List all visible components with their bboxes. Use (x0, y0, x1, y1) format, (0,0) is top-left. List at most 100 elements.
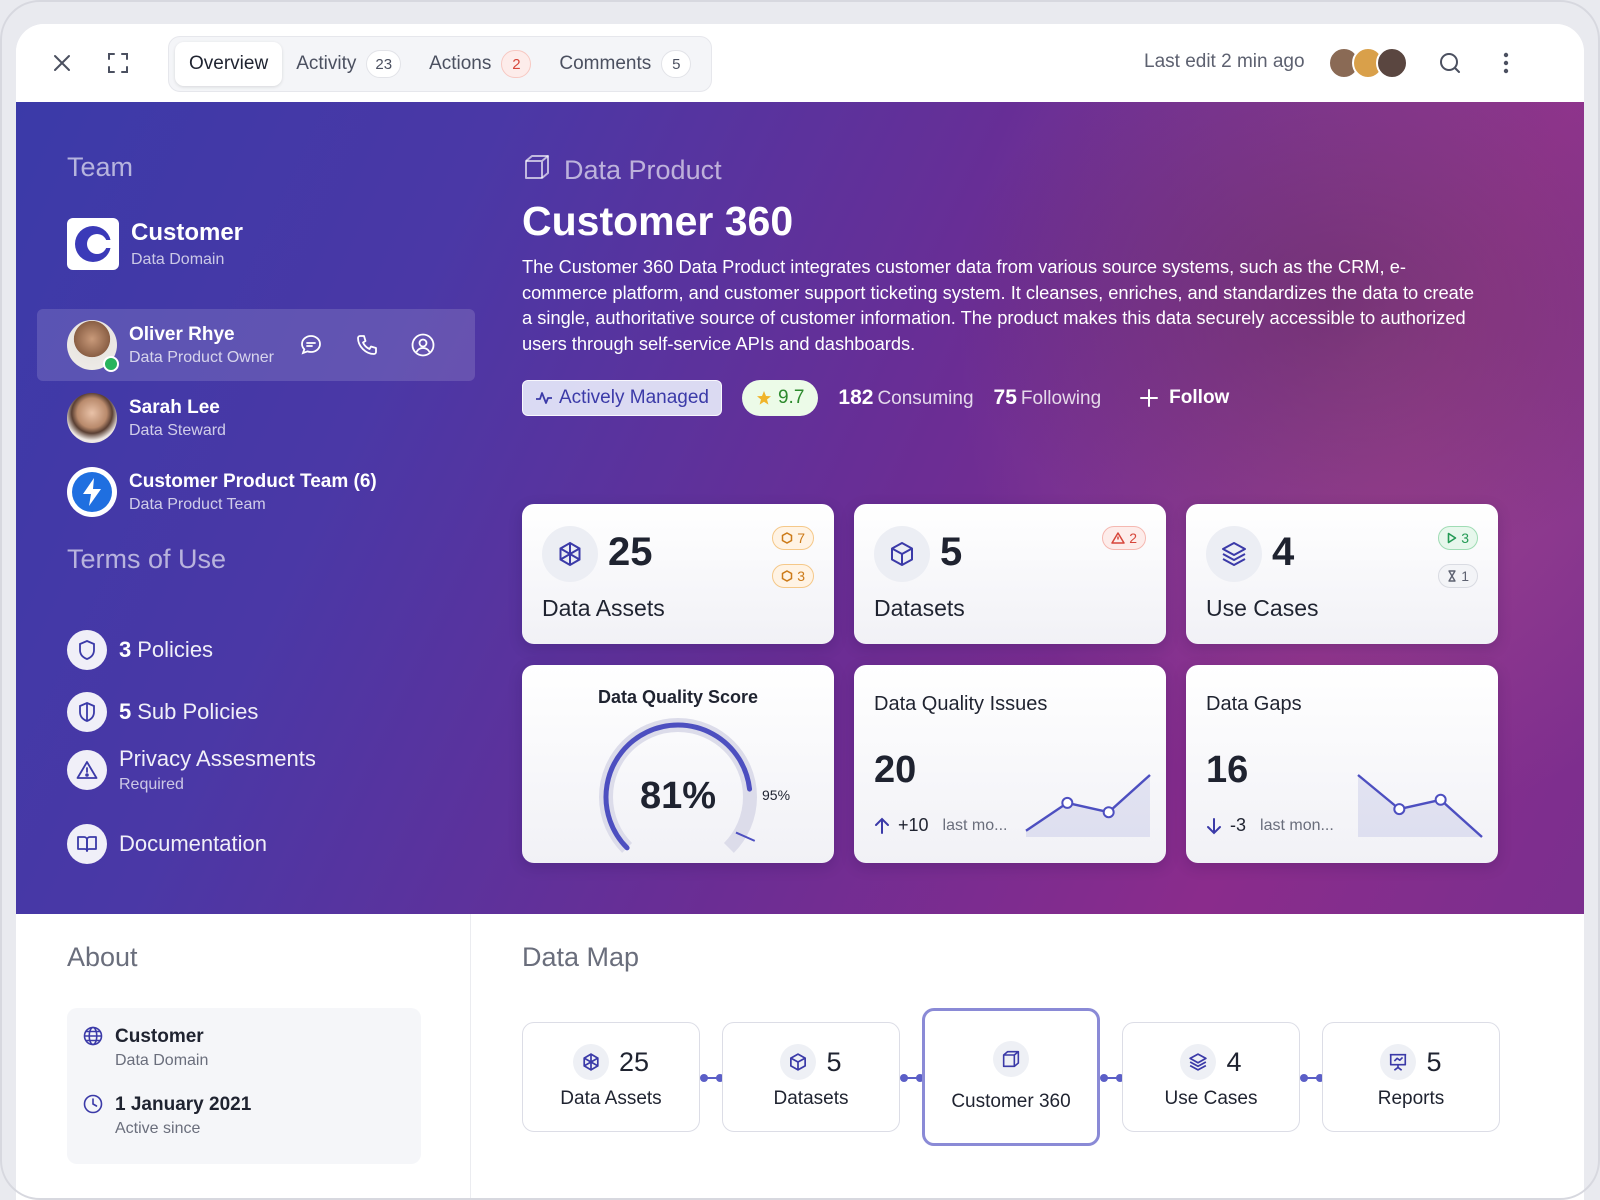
member-role: Data Product Owner (129, 348, 274, 366)
terms-sub-policies[interactable]: 5 Sub Policies (67, 692, 258, 732)
quality-target-label: 95% (762, 787, 791, 803)
cube-icon (874, 526, 930, 582)
member-actions (293, 327, 441, 363)
datasets-alert-badge[interactable]: 2 (1102, 526, 1146, 550)
tab-actions[interactable]: Actions 2 (415, 42, 545, 86)
tab-overview[interactable]: Overview (175, 42, 283, 86)
use-cases-running-badge[interactable]: 3 (1438, 526, 1478, 550)
user-circle-icon[interactable] (405, 327, 441, 363)
phone-icon[interactable] (349, 327, 385, 363)
map-node-reports[interactable]: 5 Reports (1322, 1022, 1500, 1132)
data-assets-card[interactable]: 25 7 3 Data Assets (522, 504, 834, 644)
team-domain[interactable]: Customer Data Domain (67, 218, 243, 270)
globe-icon (83, 1026, 103, 1046)
sparkline-point (1102, 806, 1115, 819)
tab-activity-label: Activity (296, 53, 357, 74)
close-icon[interactable] (44, 45, 80, 81)
map-node-use-cases[interactable]: 4 Use Cases (1122, 1022, 1300, 1132)
rating-value: 9.7 (777, 387, 805, 408)
more-vertical-icon[interactable] (1488, 45, 1524, 81)
consuming-stat[interactable]: 182 Consuming (838, 386, 973, 410)
product-title: Customer 360 (522, 198, 794, 244)
hourglass-icon (1448, 570, 1456, 582)
quality-issues-sparkline (1025, 774, 1151, 837)
hexagon-icon (781, 570, 793, 582)
map-node-customer-360[interactable]: Customer 360 (922, 1008, 1100, 1146)
sparkline-point (1393, 803, 1406, 816)
cube-icon (780, 1044, 817, 1080)
datasets-alert-count: 2 (1129, 530, 1137, 546)
map-connector (1100, 1074, 1124, 1082)
sparkline-point (1434, 793, 1447, 806)
member-name: Oliver Rhye (129, 323, 235, 345)
quality-issues-title: Data Quality Issues (874, 693, 1048, 715)
tab-actions-count: 2 (501, 50, 532, 78)
documentation-label: Documentation (119, 831, 267, 856)
team-member-product-team[interactable]: Customer Product Team (6) Data Product T… (37, 456, 475, 528)
sub-policies-count: 5 (119, 699, 132, 724)
quality-issues-delta-value: +10 (898, 815, 929, 835)
map-node-label: Reports (1377, 1088, 1445, 1109)
collaborator-avatars[interactable] (1328, 47, 1408, 79)
star-icon (756, 391, 771, 405)
policies-count: 3 (119, 637, 132, 662)
bolt-icon (67, 467, 117, 517)
following-stat[interactable]: 75 Following (994, 386, 1102, 410)
about-domain[interactable]: Customer Data Domain (83, 1026, 208, 1070)
member-name: Customer Product Team (6) (129, 470, 377, 492)
datasets-label: Datasets (874, 595, 965, 621)
quality-issues-card[interactable]: Data Quality Issues 20 +10 last mo... (854, 665, 1166, 863)
quality-score-card[interactable]: Data Quality Score 81% 95% (522, 665, 834, 863)
top-bar: Overview Activity 23 Actions 2 Comments … (16, 24, 1584, 102)
cube-icon (522, 152, 552, 189)
quality-issues-period: last mo... (942, 816, 1008, 834)
terms-documentation[interactable]: Documentation (67, 824, 267, 864)
datasets-card[interactable]: 5 2 Datasets (854, 504, 1166, 644)
privacy-sub: Required (119, 776, 184, 793)
terms-privacy[interactable]: Privacy Assesments Required (67, 746, 316, 794)
use-cases-count: 4 (1272, 530, 1295, 574)
search-icon[interactable] (1432, 45, 1468, 81)
follow-button[interactable]: Follow (1139, 387, 1229, 409)
map-node-datasets[interactable]: 5 Datasets (722, 1022, 900, 1132)
expand-icon[interactable] (100, 45, 136, 81)
data-gaps-card[interactable]: Data Gaps 16 -3 last mon... (1186, 665, 1498, 863)
warning-icon (67, 750, 107, 790)
quality-issues-value: 20 (874, 749, 917, 791)
use-cases-card[interactable]: 4 3 1 Use Cases (1186, 504, 1498, 644)
status-badge[interactable]: Actively Managed (522, 380, 722, 416)
rating-badge[interactable]: 9.7 (741, 380, 819, 416)
bottom-section: About Customer Data Domain 1 January 202… (16, 914, 1584, 1200)
online-status-dot (103, 356, 119, 372)
following-label: Following (1020, 388, 1102, 409)
product-description: The Customer 360 Data Product integrates… (522, 256, 1475, 354)
clock-icon (83, 1094, 103, 1114)
tab-comments[interactable]: Comments 5 (545, 42, 705, 86)
map-node-label: Customer 360 (951, 1091, 1071, 1112)
play-icon (1447, 532, 1457, 544)
asset-badge-count: 3 (797, 568, 805, 584)
data-gaps-delta: -3 last mon... (1206, 815, 1334, 836)
terms-policies[interactable]: 3 Policies (67, 630, 213, 670)
sparkline-area (1026, 775, 1150, 837)
asset-badge[interactable]: 7 (772, 526, 814, 550)
data-gaps-value: 16 (1206, 749, 1249, 791)
tab-activity[interactable]: Activity 23 (282, 42, 415, 86)
map-node-label: Use Cases (1164, 1088, 1258, 1109)
team-member-oliver[interactable]: Oliver Rhye Data Product Owner (37, 309, 475, 381)
map-node-count: 25 (618, 1046, 650, 1077)
map-node-data-assets[interactable]: 25 Data Assets (522, 1022, 700, 1132)
tab-comments-count: 5 (661, 50, 692, 78)
about-since-date: 1 January 2021 (115, 1094, 252, 1115)
plus-icon (1140, 389, 1159, 407)
data-gaps-delta-value: -3 (1230, 815, 1247, 835)
use-cases-label: Use Cases (1206, 595, 1319, 621)
asset-badge[interactable]: 3 (772, 564, 814, 588)
layers-icon (1180, 1044, 1217, 1080)
layers-icon (1206, 526, 1262, 582)
customer-domain-logo (67, 218, 119, 270)
quality-gauge (599, 718, 757, 853)
chat-icon[interactable] (293, 327, 329, 363)
team-member-sarah[interactable]: Sarah Lee Data Steward (37, 382, 475, 454)
use-cases-pending-badge[interactable]: 1 (1438, 564, 1478, 588)
